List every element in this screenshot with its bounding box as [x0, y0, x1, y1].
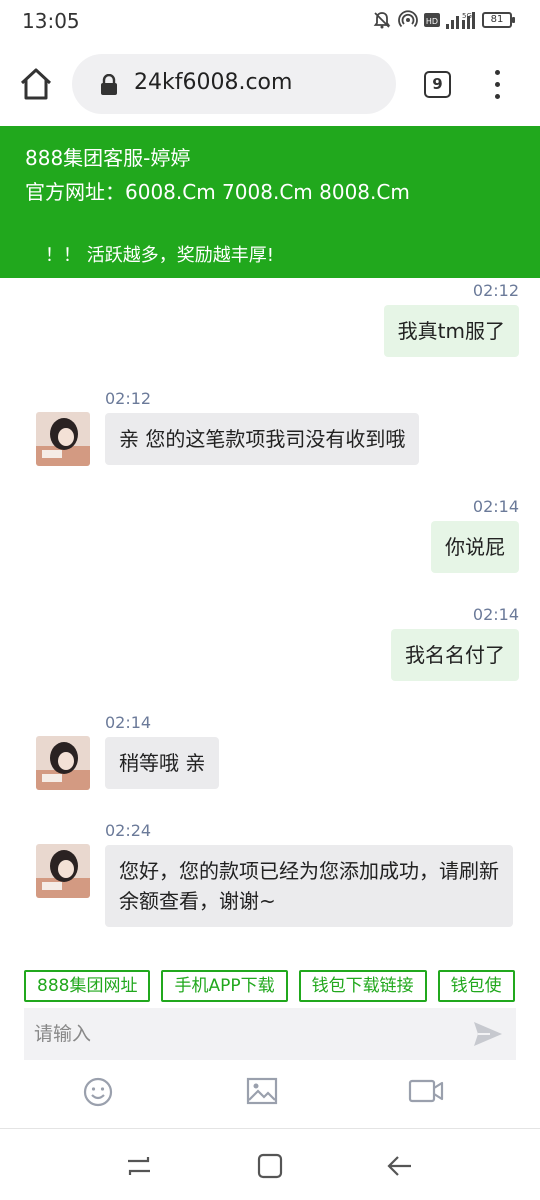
hd-icon: HD	[424, 13, 440, 27]
image-button[interactable]	[246, 1076, 280, 1106]
system-nav-bar	[0, 1128, 540, 1200]
incoming-message: 亲 您的这笔款项我司没有收到哦	[105, 413, 420, 465]
message-time: 02:24	[105, 821, 152, 840]
quick-link-wallet-download[interactable]: 钱包下载链接	[298, 970, 427, 1002]
lock-icon	[101, 74, 117, 95]
send-icon	[474, 1022, 502, 1046]
message-time: 02:12	[105, 389, 152, 408]
quick-link-app-download[interactable]: 手机APP下载	[161, 970, 288, 1002]
mute-bell-icon	[373, 12, 391, 29]
back-icon	[387, 1156, 411, 1176]
chat-toolbar	[0, 1068, 540, 1116]
avatar	[36, 412, 90, 466]
home-nav-button[interactable]	[255, 1151, 285, 1181]
url-text: 24kf6008.com	[134, 70, 293, 95]
status-time: 13:05	[22, 9, 80, 33]
agent-name: 888集团客服-婷婷	[25, 146, 191, 170]
recents-icon	[128, 1157, 150, 1175]
chat-header: 888集团客服-婷婷 官方网址：6008.Cm 7008.Cm 8008.Cm …	[0, 126, 540, 278]
home-icon	[20, 68, 52, 100]
status-icons: HD 5G 81	[372, 10, 515, 30]
svg-text:HD: HD	[426, 17, 438, 26]
video-button[interactable]	[408, 1076, 444, 1106]
quick-links: 888集团网址 手机APP下载 钱包下载链接 钱包使	[24, 970, 540, 1004]
avatar	[36, 844, 90, 898]
back-button[interactable]	[384, 1151, 414, 1181]
emoji-icon	[83, 1077, 113, 1107]
message-input[interactable]	[24, 1008, 454, 1060]
official-site-text: 官方网址：6008.Cm 7008.Cm 8008.Cm	[25, 180, 410, 204]
outgoing-message: 你说屁	[431, 521, 519, 573]
image-icon	[246, 1077, 278, 1105]
message-time: 02:12	[472, 281, 519, 300]
message-input-bar	[24, 1008, 516, 1060]
incoming-message: 您好，您的款项已经为您添加成功，请刷新余额查看，谢谢~	[105, 845, 513, 927]
avatar	[36, 736, 90, 790]
home-button[interactable]	[18, 66, 54, 102]
recents-button[interactable]	[124, 1151, 154, 1181]
quick-link-wallet[interactable]: 钱包使	[437, 970, 515, 1002]
incoming-message: 稍等哦 亲	[105, 737, 220, 789]
hotspot-icon	[398, 10, 418, 28]
tab-switcher-button[interactable]: 9	[424, 71, 451, 98]
emoji-button[interactable]	[82, 1076, 116, 1107]
message-time: 02:14	[105, 713, 152, 732]
battery-icon: 81	[482, 12, 515, 28]
signal-icon: 5G	[446, 12, 475, 29]
outgoing-message: 我真tm服了	[383, 305, 519, 357]
browser-bar: 24kf6008.com 9	[0, 42, 540, 126]
status-bar: 13:05 HD 5G 81	[0, 0, 540, 42]
menu-dots-icon[interactable]	[490, 68, 504, 102]
message-list[interactable]: 02:12 我真tm服了 02:12 亲 您的这笔款项我司没有收到哦 02:14…	[0, 278, 540, 963]
send-button[interactable]	[472, 1018, 504, 1050]
quick-link-group-site[interactable]: 888集团网址	[24, 970, 151, 1002]
address-bar[interactable]: 24kf6008.com	[72, 54, 396, 114]
outgoing-message: 我名名付了	[391, 629, 519, 681]
message-time: 02:14	[472, 497, 519, 516]
promo-text: ！！ 活跃越多，奖励越丰厚!	[45, 245, 274, 266]
svg-text:5G: 5G	[462, 12, 472, 20]
message-time: 02:14	[472, 605, 519, 624]
video-icon	[408, 1079, 444, 1103]
home-square-icon	[257, 1153, 283, 1179]
